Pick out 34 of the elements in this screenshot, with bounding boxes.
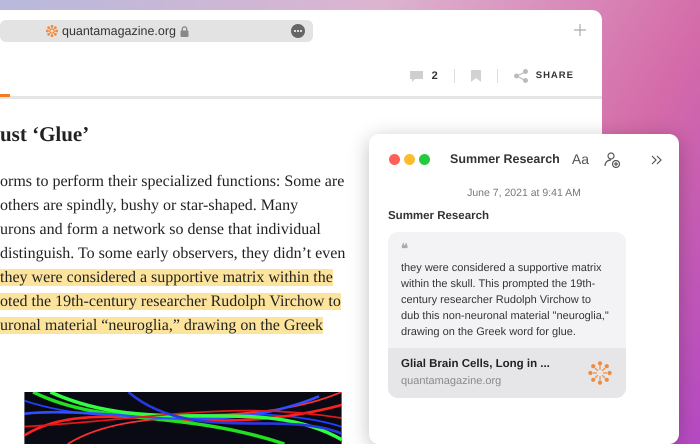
format-button[interactable]: Aa xyxy=(572,149,589,170)
expand-icon[interactable] xyxy=(651,154,663,164)
url-text: quantamagazine.org xyxy=(62,22,176,40)
address-bar[interactable]: quantamagazine.org xyxy=(0,20,313,42)
article-text: others are spindly, bushy or star-shaped. Many xyxy=(0,197,298,214)
article-text: orms to perform their specialized functions: Some are xyxy=(0,173,344,190)
site-icon xyxy=(588,360,612,385)
minimize-button[interactable] xyxy=(404,154,415,165)
comment-icon[interactable] xyxy=(408,70,424,82)
note-date: June 7, 2021 at 9:41 AM xyxy=(466,186,582,201)
highlighted-text: they were considered a supportive matrix within the xyxy=(0,269,333,286)
site-icon xyxy=(46,25,58,37)
link-title: Glial Brain Cells, Long in ... xyxy=(401,357,550,372)
share-icon xyxy=(514,69,528,83)
article-text: urons and form a network so dense that individual xyxy=(0,221,321,238)
highlighted-text: uronal material “neuroglia,” drawing on the Greek xyxy=(0,317,323,334)
close-button[interactable] xyxy=(389,154,400,165)
article-text: distinguish. To some early observers, they didn’t even xyxy=(0,245,346,262)
link-preview[interactable]: Glial Brain Cells, Long in ... quantamagazine.org xyxy=(388,348,626,398)
bookmark-icon[interactable] xyxy=(470,70,481,82)
link-domain: quantamagazine.org xyxy=(401,374,502,390)
comment-count: 2 xyxy=(432,68,438,84)
quote-text: they were considered a supportive matrix within the skull. This prompted the 19th-century researcher Rudolph Virchow to dub this non-neuronal material "neuroglia," drawing on the Greek word for glue. xyxy=(400,261,610,340)
quote-icon: ❝ xyxy=(401,242,408,256)
zoom-button[interactable] xyxy=(419,154,430,165)
window-title: Summer Research xyxy=(450,151,560,168)
collaborate-icon[interactable] xyxy=(603,150,621,168)
new-tab-icon[interactable] xyxy=(574,24,586,36)
note-title: Summer Research xyxy=(388,208,490,224)
more-icon[interactable] xyxy=(291,24,305,38)
share-button[interactable]: SHARE xyxy=(514,68,574,84)
lock-icon xyxy=(180,26,189,36)
article-heading: ust ‘Glue’ xyxy=(0,121,90,148)
highlighted-text: oted the 19th-century researcher Rudolph Virchow to xyxy=(0,293,341,310)
